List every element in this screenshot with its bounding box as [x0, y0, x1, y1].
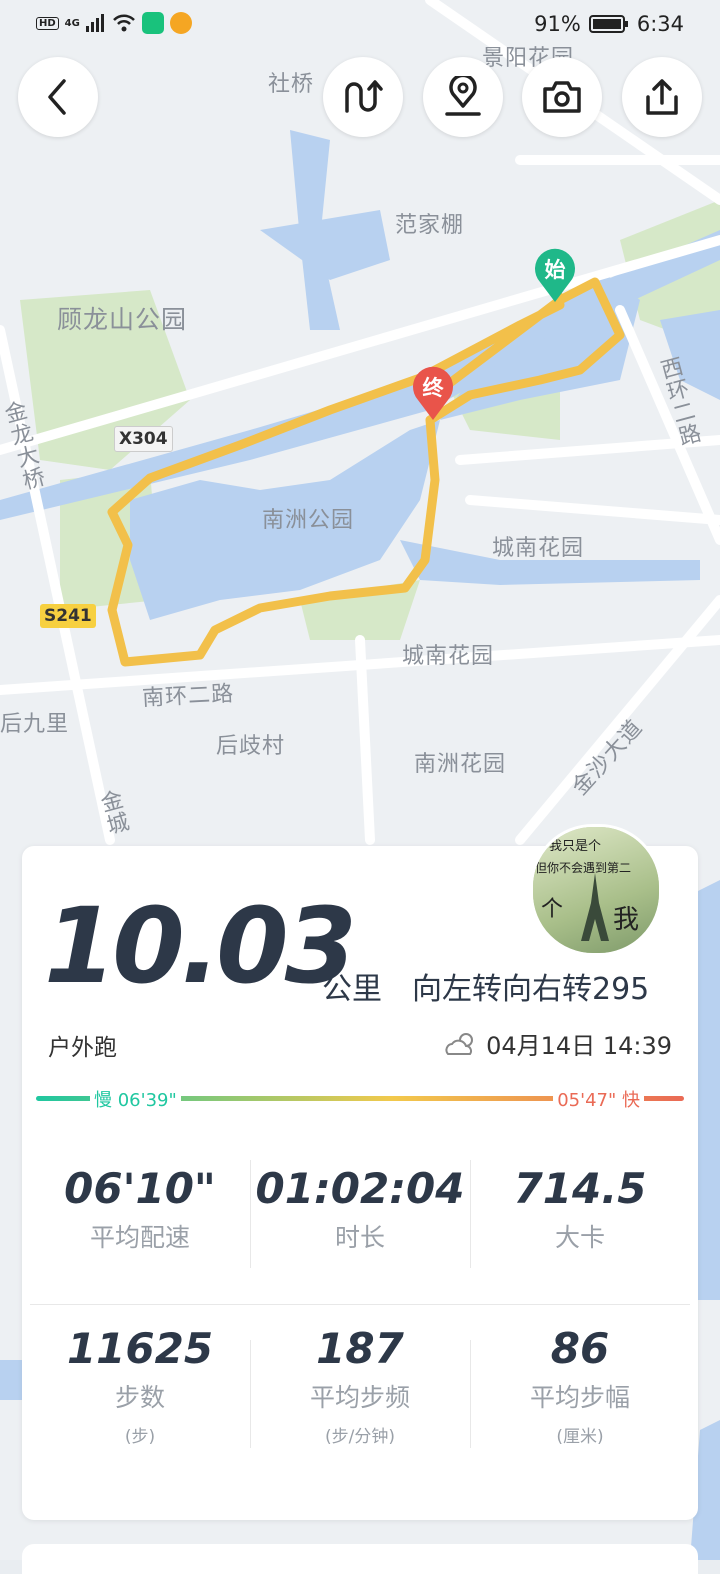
stat-stride: 86 平均步幅 (厘米): [470, 1324, 690, 1448]
map-label: 南洲公园: [262, 508, 355, 533]
battery-percent: 91%: [534, 12, 581, 36]
stat-value: 01:02:04: [255, 1164, 465, 1213]
map-label: 顾龙山公园: [57, 305, 188, 334]
pace-slow-label: 慢 06'39": [90, 1086, 181, 1112]
stat-label: 步数: [114, 1383, 165, 1412]
map-label: 城南花园: [492, 536, 585, 561]
stat-value: 06'10": [64, 1164, 216, 1213]
route-icon: [345, 80, 383, 113]
stat-label: 平均配速: [89, 1223, 190, 1252]
share-icon: [646, 79, 678, 115]
app-notification-icon: [141, 12, 164, 34]
location-pin-icon: [445, 76, 481, 116]
avatar-text-line-4: 我: [613, 905, 640, 935]
map-label: 城南花园: [402, 644, 495, 669]
stat-calories: 714.5 大卡: [470, 1168, 690, 1254]
stat-unit: (步/分钟): [325, 1427, 395, 1447]
datetime-text: 04月14日 14:39: [486, 1032, 672, 1060]
stat-label: 时长: [334, 1223, 385, 1252]
road-badge-x304: X304: [114, 426, 173, 452]
stat-label: 平均步幅: [529, 1383, 630, 1412]
stat-unit: (厘米): [556, 1427, 604, 1447]
battery-icon: [588, 15, 628, 33]
wifi-icon: [112, 14, 135, 32]
next-card-peek: [22, 1544, 698, 1574]
distance-unit: 公里: [322, 972, 382, 1007]
divider: [30, 1304, 690, 1305]
map-label: 范家棚: [395, 213, 465, 238]
summary-card: 我只是个 但你不会遇到第二 个 我 10.03 公里 向左转向右转295 户外跑…: [22, 824, 698, 1520]
start-marker-label: 始: [544, 258, 566, 282]
pace-fast-label: 05'47" 快: [553, 1086, 644, 1112]
share-button[interactable]: [622, 57, 702, 137]
back-button[interactable]: [18, 57, 98, 137]
route-button[interactable]: [323, 57, 403, 137]
map-label: 南环二路: [141, 681, 235, 712]
map-label: 后九里: [0, 712, 70, 737]
activity-datetime: 04月14日 14:39: [444, 1026, 672, 1061]
camera-icon: [543, 81, 581, 113]
network-label: 4G: [64, 17, 80, 29]
status-bar: HD 4G 91% 6:34: [0, 0, 720, 52]
distance-value: 10.03: [44, 885, 357, 1007]
avatar-text-line-3: 个: [541, 897, 564, 922]
turns-text: 向左转向右转295: [412, 972, 650, 1007]
status-right: 91% 6:34: [534, 12, 684, 36]
stat-value: 11625: [66, 1324, 214, 1373]
weibo-notification-icon: [169, 12, 192, 34]
stat-cadence: 187 平均步频 (步/分钟): [250, 1324, 470, 1448]
stat-steps: 11625 步数 (步): [30, 1324, 250, 1448]
stat-value: 187: [316, 1324, 404, 1373]
stat-avg-pace: 06'10" 平均配速: [30, 1168, 250, 1254]
partly-cloudy-icon: [445, 1032, 474, 1055]
pace-range-bar: 慢 06'39" 05'47" 快: [36, 1086, 684, 1112]
hd-badge: HD: [36, 16, 59, 30]
end-marker[interactable]: 终: [410, 366, 456, 422]
stat-label: 平均步频: [309, 1383, 410, 1412]
avatar-text-line-1: 我只是个: [549, 839, 602, 854]
end-marker-label: 终: [422, 376, 444, 400]
stat-label: 大卡: [554, 1223, 605, 1252]
stat-unit: (步): [124, 1427, 156, 1447]
map-label: 南洲花园: [414, 752, 507, 777]
map-label: 后歧村: [216, 734, 286, 759]
camera-button[interactable]: [522, 57, 602, 137]
eiffel-tower-icon: [581, 873, 609, 941]
location-button[interactable]: [423, 57, 503, 137]
chevron-left-icon: [48, 79, 66, 115]
stat-value: 714.5: [513, 1164, 647, 1213]
map-label: 社桥: [268, 72, 315, 97]
road-badge-s241: S241: [40, 604, 96, 628]
stat-duration: 01:02:04 时长: [250, 1168, 470, 1254]
activity-type: 户外跑: [48, 1035, 117, 1061]
avatar[interactable]: 我只是个 但你不会遇到第二 个 我: [530, 824, 662, 956]
clock: 6:34: [636, 12, 684, 36]
start-marker[interactable]: 始: [532, 248, 578, 304]
stat-value: 86: [550, 1324, 610, 1373]
status-left: HD 4G: [36, 12, 192, 34]
signal-icon: [85, 14, 104, 32]
